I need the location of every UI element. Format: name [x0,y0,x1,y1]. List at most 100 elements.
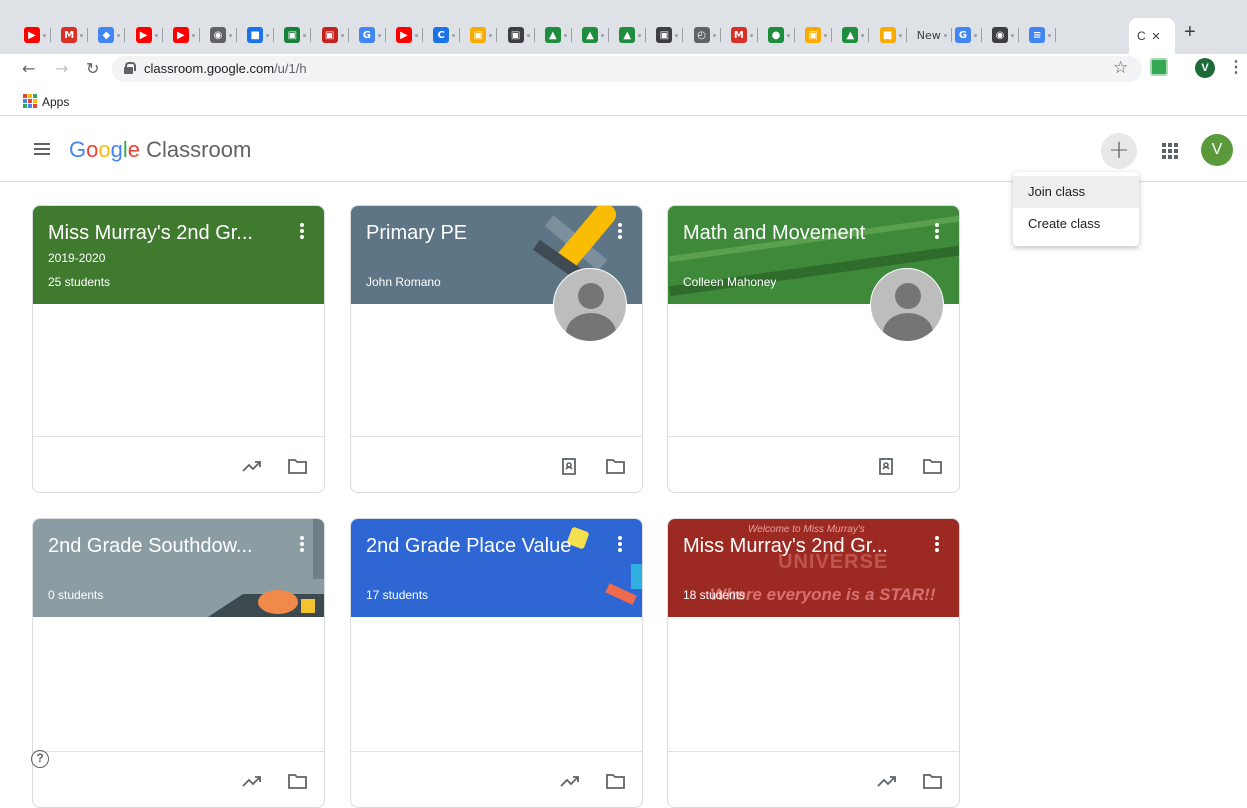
class-title[interactable]: 2nd Grade Southdow... [48,535,278,558]
class-title[interactable]: Math and Movement [683,222,913,245]
browser-tab[interactable]: ▣ [656,20,684,50]
classroom-logo[interactable]: Google Classroom [69,137,251,163]
browser-tab[interactable]: ▲ [842,20,870,50]
browser-tab-strip: C × + ▶ M ◆ ▶ ▶ ◉ ■ ▣ ▣ G ▶ C ▣ ▣ ▲ ▲ ▲ ▣ ◴ M ● ▣ ▲ ■ New G ◉ ≡ [0,0,1247,54]
browser-tab[interactable]: ▶ [135,20,163,50]
trending-icon[interactable] [877,772,897,790]
reload-icon[interactable]: ↻ [86,59,99,78]
class-card-banner[interactable]: 2nd Grade Southdow... 0 students [33,519,324,617]
browser-tab[interactable]: G [358,20,386,50]
class-options-icon[interactable] [935,536,939,552]
class-options-icon[interactable] [618,536,622,552]
folder-icon[interactable] [288,772,308,790]
browser-tab[interactable]: G [954,20,982,50]
folder-icon[interactable] [606,772,626,790]
slides-icon: ▣ [470,27,487,43]
class-options-icon[interactable] [300,223,304,239]
bookmark-star-icon[interactable]: ☆ [1113,58,1128,78]
browser-tab[interactable]: ▣ [284,20,312,50]
browser-tab[interactable]: ▣ [507,20,535,50]
help-icon[interactable]: ? [31,750,49,768]
gmail-icon: M [61,27,78,43]
youtube-icon: ▶ [24,27,40,43]
class-card[interactable]: Math and Movement Colleen Mahoney [667,205,960,493]
class-card-banner[interactable]: Welcome to Miss Murray's UNIVERSE Where … [668,519,959,617]
gradebook-icon[interactable] [560,457,580,475]
browser-profile-avatar[interactable]: V [1195,58,1215,78]
browser-tab[interactable]: ▣ [321,20,349,50]
google-apps-icon[interactable] [1162,143,1178,159]
new-tab-button[interactable]: + [1184,22,1196,42]
trending-icon[interactable] [242,772,262,790]
apps-grid-icon[interactable] [23,94,37,108]
browser-menu-icon[interactable]: ⋮ [1228,57,1244,77]
browser-tab[interactable]: ■ [879,20,907,50]
browser-tab[interactable]: M [61,20,89,50]
class-meta: 25 students [48,275,111,289]
browser-tab[interactable]: M [730,20,758,50]
browser-tab[interactable]: ■ [247,20,275,50]
browser-tab[interactable]: ▣ [470,20,498,50]
forward-arrow-icon[interactable]: → [55,59,68,78]
browser-tab[interactable]: ▲ [619,20,647,50]
folder-icon[interactable] [288,457,308,475]
browser-tab[interactable]: ◉ [210,20,237,50]
close-tab-icon[interactable]: × [1152,28,1161,45]
browser-tab[interactable]: ▲ [582,20,609,50]
class-card[interactable]: 2nd Grade Place Value 17 students [350,518,643,808]
browser-tab[interactable]: ▶ [24,20,51,50]
class-card-banner[interactable]: Miss Murray's 2nd Gr... 2019-2020 25 stu… [33,206,324,304]
class-card-banner[interactable]: 2nd Grade Place Value 17 students [351,519,642,617]
folder-icon[interactable] [923,457,943,475]
drive-icon: ▲ [544,27,561,43]
youtube-icon: ▶ [135,27,152,43]
apps-bookmark[interactable]: Apps [42,95,69,109]
class-title[interactable]: 2nd Grade Place Value [366,535,606,558]
extension-icon[interactable] [1150,58,1168,76]
folder-icon[interactable] [923,772,943,790]
create-class-menu-item[interactable]: Create class [1013,208,1139,240]
browser-tab[interactable]: ● [768,20,795,50]
banner-illustration [208,519,324,617]
account-avatar[interactable]: V [1201,134,1233,166]
app-dark-icon: ▣ [507,27,524,43]
main-menu-icon[interactable] [34,143,50,155]
slides-icon: ■ [879,27,896,43]
trending-icon[interactable] [242,457,262,475]
browser-tab[interactable]: ◴ [693,20,721,50]
trending-icon[interactable] [560,772,580,790]
classroom-icon: ▣ [284,27,301,43]
class-title[interactable]: Miss Murray's 2nd Gr... [683,535,913,558]
browser-tab[interactable]: ▲ [544,20,572,50]
youtube-icon: ▶ [172,27,189,43]
gradebook-icon[interactable] [877,457,897,475]
address-bar[interactable]: classroom.google.com/u/1/h ☆ [112,56,1142,82]
class-card[interactable]: Welcome to Miss Murray's UNIVERSE Where … [667,518,960,808]
browser-tab[interactable]: New [917,20,952,50]
class-options-icon[interactable] [618,223,622,239]
add-class-button[interactable]: + [1101,133,1137,169]
app-green-icon: ● [768,27,784,43]
docs-blue-icon: C [433,27,450,43]
browser-tab[interactable]: ≡ [1029,20,1057,50]
browser-tab[interactable]: ◉ [992,20,1019,50]
join-class-menu-item[interactable]: Join class [1013,176,1139,208]
class-title[interactable]: Primary PE [366,222,596,245]
class-card[interactable]: 2nd Grade Southdow... 0 students [32,518,325,808]
back-arrow-icon[interactable]: ← [22,59,35,78]
class-options-icon[interactable] [300,536,304,552]
class-card[interactable]: Miss Murray's 2nd Gr... 2019-2020 25 stu… [32,205,325,493]
browser-tab[interactable]: C [433,20,461,50]
class-card[interactable]: Primary PE John Romano [350,205,643,493]
browser-tab[interactable]: ▣ [805,20,833,50]
browser-tab[interactable]: ▶ [172,20,200,50]
class-meta: 18 students [683,588,746,602]
folder-icon[interactable] [606,457,626,475]
class-title[interactable]: Miss Murray's 2nd Gr... [48,222,278,245]
browser-tab[interactable]: ◆ [98,20,126,50]
brand-letter: g [110,137,123,162]
class-options-icon[interactable] [935,223,939,239]
active-tab[interactable]: C × [1129,18,1175,54]
browser-tab[interactable]: ▶ [396,20,423,50]
class-meta: 17 students [366,588,429,602]
